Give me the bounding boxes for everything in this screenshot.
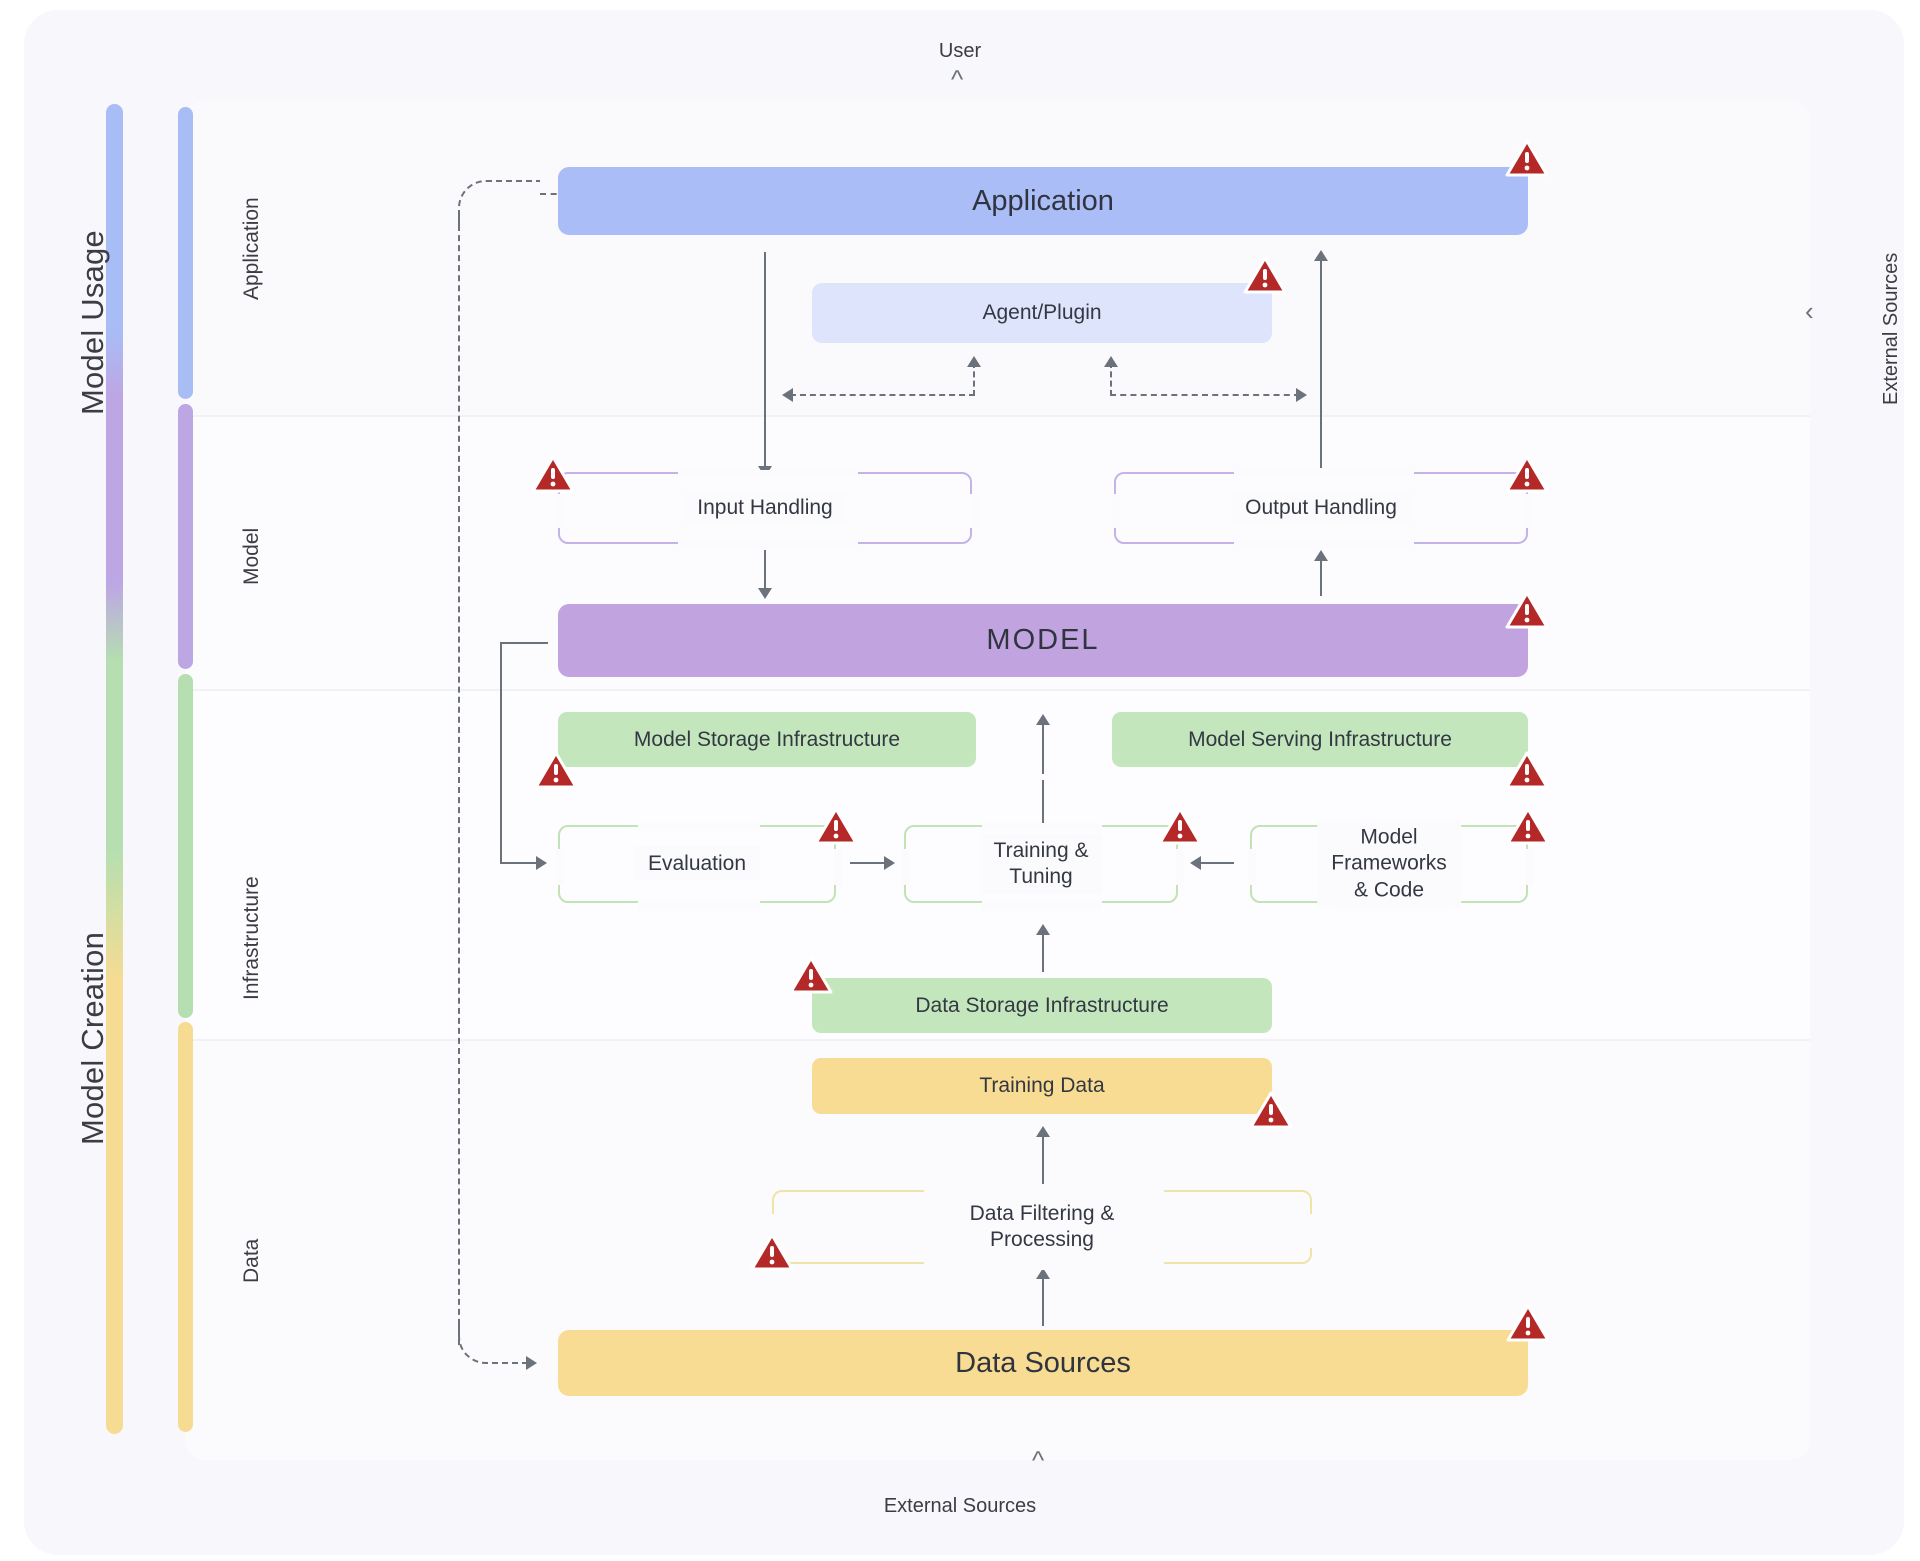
warning-triangle-icon[interactable]	[1158, 806, 1202, 846]
node-output-handling[interactable]: Output Handling	[1112, 470, 1534, 550]
arrow-model-to-eval-v	[500, 642, 502, 862]
row-accent-data	[178, 1022, 193, 1432]
dashed-agent-input-h	[790, 394, 975, 396]
arrowhead-up-serving	[1036, 714, 1050, 725]
node-model-storage-infrastructure[interactable]: Model Storage Infrastructure	[558, 712, 976, 767]
warning-triangle-icon[interactable]	[814, 806, 858, 846]
arrow-eval-to-training	[850, 862, 888, 864]
warning-triangle-icon[interactable]	[1505, 750, 1549, 790]
dashed-agent-input-v	[973, 362, 975, 396]
node-model-frameworks-code-label: Model Frameworks & Code	[1317, 820, 1461, 908]
warning-triangle-icon[interactable]	[1505, 454, 1549, 494]
node-output-handling-label: Output Handling	[1231, 490, 1411, 526]
row-accent-model	[178, 404, 193, 669]
external-sources-right-label: External Sources	[1880, 252, 1902, 405]
arrow-frameworks-to-training	[1196, 862, 1234, 864]
node-evaluation[interactable]: Evaluation	[556, 823, 842, 909]
arrow-application-to-input	[764, 252, 766, 468]
arrowhead-up-output	[1314, 550, 1328, 561]
warning-triangle-icon[interactable]	[1505, 138, 1549, 178]
row-accent-infrastructure	[178, 674, 193, 1018]
arrowhead-up-agent-right	[1104, 356, 1118, 367]
row-background-application	[185, 100, 1810, 415]
warning-triangle-icon[interactable]	[531, 454, 575, 494]
warning-triangle-icon[interactable]	[750, 1232, 794, 1272]
node-training-tuning-label: Training & Tuning	[979, 833, 1103, 895]
node-input-handling-label: Input Handling	[683, 490, 847, 526]
node-data-storage-infrastructure[interactable]: Data Storage Infrastructure	[812, 978, 1272, 1033]
arrowhead-left-training	[1190, 856, 1201, 870]
arrow-model-to-eval-bottom	[500, 862, 540, 864]
warning-triangle-icon[interactable]	[789, 955, 833, 995]
arrowhead-up-agent-left	[967, 356, 981, 367]
node-training-data[interactable]: Training Data	[812, 1058, 1272, 1114]
node-model[interactable]: MODEL	[558, 604, 1528, 677]
node-evaluation-label: Evaluation	[633, 846, 761, 882]
node-model-serving-infrastructure[interactable]: Model Serving Infrastructure	[1112, 712, 1528, 767]
node-agent-plugin[interactable]: Agent/Plugin	[812, 283, 1272, 343]
section-label-model-creation: Model Creation	[75, 931, 110, 1145]
node-data-filtering-processing-label: Data Filtering & Processing	[908, 1196, 1176, 1258]
dashed-app-corner-top	[458, 180, 540, 226]
arrowhead-up-training	[1036, 924, 1050, 935]
chevron-up-icon-bottom: ^	[1032, 1445, 1045, 1475]
arrow-model-to-eval-top	[500, 642, 548, 644]
arrowhead-right-eval	[536, 856, 547, 870]
warning-triangle-icon[interactable]	[534, 750, 578, 790]
dashed-app-to-sources-v	[458, 215, 460, 1345]
section-label-model-usage: Model Usage	[75, 230, 110, 415]
arrow-input-to-model	[764, 548, 766, 592]
row-label-data: Data	[240, 1238, 263, 1283]
arrow-datasources-to-filtering	[1042, 1272, 1044, 1326]
node-model-frameworks-code[interactable]: Model Frameworks & Code	[1248, 820, 1534, 909]
node-data-sources[interactable]: Data Sources	[558, 1330, 1528, 1396]
warning-triangle-icon[interactable]	[1249, 1090, 1293, 1130]
dashed-agent-output-h	[1110, 394, 1300, 396]
dashed-agent-output-v	[1110, 362, 1112, 396]
dashed-app-corner-bottom	[458, 1320, 532, 1364]
arrowhead-left-agent	[782, 388, 793, 402]
external-sources-connector-stem	[1020, 1396, 1072, 1456]
arrow-filtering-to-trainingdata	[1042, 1130, 1044, 1184]
node-training-tuning[interactable]: Training & Tuning	[902, 823, 1184, 909]
warning-triangle-icon[interactable]	[1506, 806, 1550, 846]
arrowhead-right-agent	[1296, 388, 1307, 402]
warning-triangle-icon[interactable]	[1243, 255, 1287, 295]
row-accent-application	[178, 107, 193, 399]
user-connector-label: User	[938, 40, 982, 62]
arrow-training-up-1	[1042, 780, 1044, 828]
arrow-serving-to-model	[1042, 718, 1044, 774]
arrow-output-to-application	[1320, 252, 1322, 468]
arrowhead-down-model	[758, 588, 772, 599]
node-application[interactable]: Application	[558, 167, 1528, 235]
external-sources-bottom-label: External Sources	[883, 1495, 1037, 1517]
row-label-infrastructure: Infrastructure	[240, 876, 263, 1000]
arrowhead-up-application	[1314, 250, 1328, 261]
arrowhead-right-training	[884, 856, 895, 870]
warning-triangle-icon[interactable]	[1505, 590, 1549, 630]
arrowhead-up-trainingdata	[1036, 1126, 1050, 1137]
warning-triangle-icon[interactable]	[1506, 1303, 1550, 1343]
arrowhead-right-datasources	[526, 1356, 537, 1370]
chevron-up-icon: ^	[951, 64, 964, 94]
chevron-left-icon: ‹	[1805, 296, 1814, 326]
node-input-handling[interactable]: Input Handling	[556, 470, 978, 550]
node-data-filtering-processing[interactable]: Data Filtering & Processing	[770, 1188, 1318, 1270]
row-label-application: Application	[240, 197, 263, 300]
diagram-canvas: User ^ ⌄ Model Usage Model Creation Appl…	[0, 0, 1920, 1561]
row-label-model: Model	[240, 527, 263, 585]
